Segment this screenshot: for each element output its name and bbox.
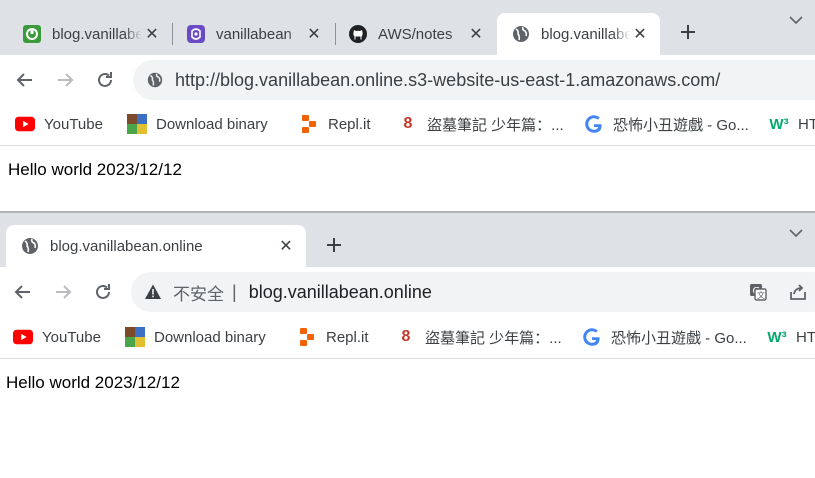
tab-strip: blog.vanillabean.online ✕ vanillabean ✕ … bbox=[0, 0, 815, 55]
bookmark-youtube[interactable]: YouTube bbox=[13, 326, 101, 348]
globe-icon bbox=[145, 70, 165, 90]
tab-title: vanillabean bbox=[216, 25, 292, 43]
tab-blog-active[interactable]: blog.vanillabean.online ✕ bbox=[6, 225, 306, 267]
close-tab-icon[interactable]: ✕ bbox=[304, 24, 324, 44]
bookmark-daomu-biji[interactable]: 8 盜墓筆記 少年篇：... bbox=[396, 326, 562, 348]
bookmark-w3schools[interactable]: W³ HT bbox=[767, 326, 815, 348]
vanillabean-purple-icon bbox=[186, 24, 206, 44]
bookmark-label: Download binary bbox=[156, 115, 268, 133]
bookmark-replit[interactable]: Repl.it bbox=[299, 113, 371, 135]
address-bar[interactable]: 不安全 | blog.vanillabean.online bbox=[131, 272, 815, 312]
bookmark-download-binary[interactable]: Download binary bbox=[127, 113, 268, 135]
w3-icon: W³ bbox=[769, 115, 789, 133]
new-tab-button[interactable] bbox=[320, 231, 348, 259]
reload-icon[interactable] bbox=[91, 66, 119, 94]
reload-icon[interactable] bbox=[89, 278, 117, 306]
warning-triangle-icon[interactable] bbox=[143, 282, 163, 302]
bookmark-label: YouTube bbox=[42, 328, 101, 346]
security-separator: | bbox=[232, 281, 237, 302]
toolbar: http://blog.vanillabean.online.s3-websit… bbox=[0, 55, 815, 105]
replit-icon bbox=[299, 114, 319, 134]
number-8-icon: 8 bbox=[403, 115, 413, 132]
bookmark-label: HT bbox=[798, 115, 815, 133]
youtube-icon bbox=[15, 114, 35, 134]
bookmark-label: 盜墓筆記 少年篇：... bbox=[425, 329, 562, 347]
w3-icon: W³ bbox=[767, 328, 787, 346]
globe-icon bbox=[20, 236, 40, 256]
tab-aws-notes[interactable]: AWS/notes ✕ bbox=[326, 13, 496, 55]
forward-arrow-icon[interactable] bbox=[51, 66, 79, 94]
address-text: http://blog.vanillabean.online.s3-websit… bbox=[175, 69, 721, 90]
tab-blog-active[interactable]: blog.vanillabean.online ✕ bbox=[497, 13, 660, 55]
tab-title: blog.vanillabean.online bbox=[52, 25, 142, 43]
youtube-icon bbox=[13, 327, 33, 347]
tab-blog-vanillabean[interactable]: blog.vanillabean.online ✕ bbox=[0, 13, 172, 55]
github-icon bbox=[348, 24, 368, 44]
translate-icon[interactable]: G文 bbox=[744, 278, 772, 306]
bookmark-download-binary[interactable]: Download binary bbox=[125, 326, 266, 348]
bookmark-daomu-biji[interactable]: 8 盜墓筆記 少年篇：... bbox=[398, 113, 564, 135]
tab-strip: blog.vanillabean.online ✕ bbox=[0, 213, 815, 267]
bottom-browser-window: blog.vanillabean.online ✕ 不安全 | blog.van… bbox=[0, 213, 815, 478]
bookmark-clown-game[interactable]: 恐怖小丑遊戲 - Go... bbox=[582, 326, 747, 348]
share-icon[interactable] bbox=[784, 278, 812, 306]
back-arrow-icon[interactable] bbox=[9, 278, 37, 306]
page-body-text: Hello world 2023/12/12 bbox=[8, 160, 182, 179]
replit-icon bbox=[297, 327, 317, 347]
bookmark-label: HT bbox=[796, 328, 815, 346]
tab-title: AWS/notes bbox=[378, 25, 453, 43]
tab-search-chevron-icon[interactable] bbox=[786, 223, 806, 243]
tab-vanillabean[interactable]: vanillabean ✕ bbox=[164, 13, 334, 55]
close-tab-icon[interactable]: ✕ bbox=[142, 24, 162, 44]
top-browser-window: blog.vanillabean.online ✕ vanillabean ✕ … bbox=[0, 0, 815, 213]
forward-arrow-icon[interactable] bbox=[49, 278, 77, 306]
page-body-text: Hello world 2023/12/12 bbox=[6, 373, 180, 392]
google-icon bbox=[582, 327, 602, 347]
new-tab-button[interactable] bbox=[674, 18, 702, 46]
tab-search-chevron-icon[interactable] bbox=[786, 10, 806, 30]
bookmark-label: 恐怖小丑遊戲 - Go... bbox=[611, 329, 747, 347]
bookmark-label: Download binary bbox=[154, 328, 266, 346]
svg-text:文: 文 bbox=[757, 290, 765, 300]
bookmark-clown-game[interactable]: 恐怖小丑遊戲 - Go... bbox=[584, 113, 749, 135]
tab-title: blog.vanillabean.online bbox=[541, 25, 630, 43]
bookmark-replit[interactable]: Repl.it bbox=[297, 326, 369, 348]
bookmark-label: YouTube bbox=[44, 115, 103, 133]
bookmark-label: 盜墓筆記 少年篇：... bbox=[427, 116, 564, 134]
security-label[interactable]: 不安全 bbox=[173, 280, 224, 305]
globe-icon bbox=[511, 24, 531, 44]
bookmarks-bar: YouTube Download binary Repl.it 8 盜墓筆記 少… bbox=[0, 103, 815, 146]
download-binary-icon bbox=[125, 327, 145, 347]
bookmark-label: 恐怖小丑遊戲 - Go... bbox=[613, 116, 749, 134]
download-binary-icon bbox=[127, 114, 147, 134]
close-tab-icon[interactable]: ✕ bbox=[466, 24, 486, 44]
close-tab-icon[interactable]: ✕ bbox=[630, 24, 650, 44]
bookmark-label: Repl.it bbox=[326, 328, 369, 346]
number-8-icon: 8 bbox=[401, 328, 411, 345]
tab-title: blog.vanillabean.online bbox=[50, 237, 203, 255]
address-text: blog.vanillabean.online bbox=[248, 281, 432, 302]
bookmark-youtube[interactable]: YouTube bbox=[15, 113, 103, 135]
back-arrow-icon[interactable] bbox=[11, 66, 39, 94]
bookmarks-bar: YouTube Download binary Repl.it 8 盜墓筆記 少… bbox=[0, 316, 815, 359]
google-icon bbox=[584, 114, 604, 134]
toolbar: 不安全 | blog.vanillabean.online G文 bbox=[0, 267, 815, 317]
bookmark-label: Repl.it bbox=[328, 115, 371, 133]
close-tab-icon[interactable]: ✕ bbox=[276, 236, 296, 256]
address-bar[interactable]: http://blog.vanillabean.online.s3-websit… bbox=[133, 60, 815, 100]
bookmark-w3schools[interactable]: W³ HT bbox=[769, 113, 815, 135]
vanillabean-green-icon bbox=[22, 24, 42, 44]
